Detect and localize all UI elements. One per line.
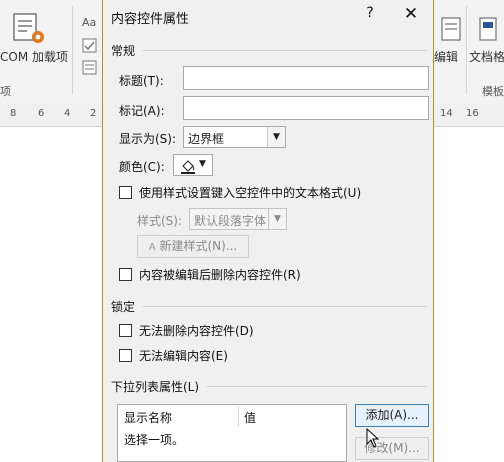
dropdown-items-list[interactable]: 显示名称 值 选择一项。	[117, 404, 347, 462]
ruler-number: 16	[466, 108, 479, 119]
section-divider	[143, 50, 427, 51]
add-button[interactable]: 添加(A)...	[355, 404, 429, 427]
template-group-label: 模板	[482, 85, 504, 98]
ribbon-group-label: 项	[0, 85, 11, 98]
dropdown-section-label: 下拉列表属性(L)	[111, 380, 200, 394]
close-button[interactable]: ✕	[402, 4, 420, 24]
section-divider	[143, 306, 427, 307]
remove-on-edit-checkbox[interactable]	[119, 268, 132, 281]
new-style-icon: A	[148, 242, 156, 253]
mouse-cursor-icon	[366, 427, 380, 451]
list-item[interactable]: 选择一项。	[124, 431, 184, 448]
cannot-delete-checkbox[interactable]	[119, 324, 132, 337]
locking-section-label: 锁定	[111, 300, 136, 314]
color-label: 颜色(C):	[119, 160, 165, 174]
gallery-control-icon[interactable]	[82, 60, 98, 79]
list-header-value[interactable]: 值	[244, 409, 256, 426]
use-style-label[interactable]: 使用样式设置键入空控件中的文本格式(U)	[139, 184, 361, 201]
content-control-properties-dialog: 内容控件属性 ? ✕ 常规 标题(T): 标记(A): 显示为(S): 边界框 …	[102, 0, 434, 462]
list-header-display-name[interactable]: 显示名称	[124, 409, 172, 426]
document-template-icon[interactable]	[478, 14, 500, 47]
ribbon-group-divider	[466, 6, 467, 94]
style-value: 默认段落字体	[194, 214, 267, 228]
title-input[interactable]	[183, 66, 429, 90]
ruler-number: 6	[38, 108, 45, 119]
general-section-label: 常规	[111, 44, 136, 58]
svg-text:Aa: Aa	[82, 16, 96, 29]
style-label: 样式(S):	[137, 214, 183, 228]
show-as-select[interactable]: 边界框 ▼	[183, 126, 286, 148]
ribbon-group-divider	[72, 6, 73, 94]
ruler-number: 8	[10, 108, 17, 119]
dialog-title: 内容控件属性	[111, 12, 190, 27]
remove-on-edit-label[interactable]: 内容被编辑后删除内容控件(R)	[139, 266, 301, 283]
column-separator[interactable]	[238, 407, 239, 427]
edit-label[interactable]: 编辑	[434, 48, 458, 65]
new-style-button[interactable]: A 新建样式(N)...	[137, 235, 249, 258]
help-button[interactable]: ?	[362, 5, 378, 23]
com-addins-icon[interactable]	[12, 12, 48, 51]
title-label: 标题(T):	[119, 74, 164, 88]
tag-label: 标记(A):	[119, 104, 165, 118]
cannot-delete-label[interactable]: 无法删除内容控件(D)	[139, 322, 254, 339]
chevron-down-icon: ▼	[199, 159, 206, 169]
cannot-edit-label[interactable]: 无法编辑内容(E)	[139, 347, 228, 364]
checkbox-control-icon[interactable]	[82, 38, 98, 57]
edit-restrict-icon[interactable]	[440, 14, 464, 47]
use-style-checkbox[interactable]	[119, 186, 132, 199]
ruler-number: 4	[64, 108, 71, 119]
cannot-edit-checkbox[interactable]	[119, 349, 132, 362]
ruler-number: 14	[440, 108, 453, 119]
text-format-icon[interactable]: Aa	[82, 14, 100, 33]
chevron-down-icon: ▼	[267, 127, 285, 147]
paint-bucket-icon	[179, 157, 197, 177]
ruler-number: 2	[90, 108, 97, 119]
show-as-value: 边界框	[188, 132, 225, 146]
section-divider	[207, 386, 427, 387]
style-select[interactable]: 默认段落字体 ▼	[189, 208, 287, 230]
tag-input[interactable]	[183, 96, 429, 120]
com-addins-label[interactable]: COM 加载项	[0, 48, 68, 65]
document-template-label[interactable]: 文档格	[469, 48, 504, 65]
chevron-down-icon: ▼	[268, 209, 286, 229]
show-as-label: 显示为(S):	[119, 132, 177, 146]
color-picker-button[interactable]: ▼	[173, 154, 213, 176]
